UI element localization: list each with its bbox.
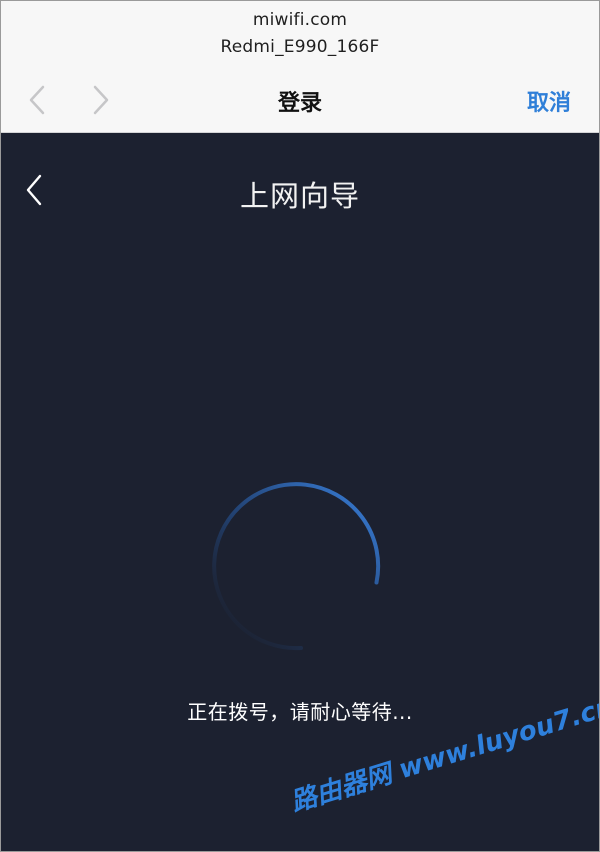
page-url: miwifi.com <box>252 10 348 30</box>
browser-sheet-header: miwifi.com Redmi_E990_166F 登录 取消 <box>1 1 599 133</box>
screen: miwifi.com Redmi_E990_166F 登录 取消 上网向导 正在… <box>0 0 600 852</box>
cancel-button[interactable]: 取消 <box>527 85 571 117</box>
setup-wizard-page: 上网向导 正在拨号，请耐心等待... 路由器网 www.luyou7.cn <box>1 133 599 851</box>
page-title: 上网向导 <box>239 179 360 213</box>
sheet-title: 登录 <box>277 91 322 116</box>
network-ssid: Redmi_E990_166F <box>220 37 380 57</box>
loading-spinner-icon <box>212 482 381 651</box>
